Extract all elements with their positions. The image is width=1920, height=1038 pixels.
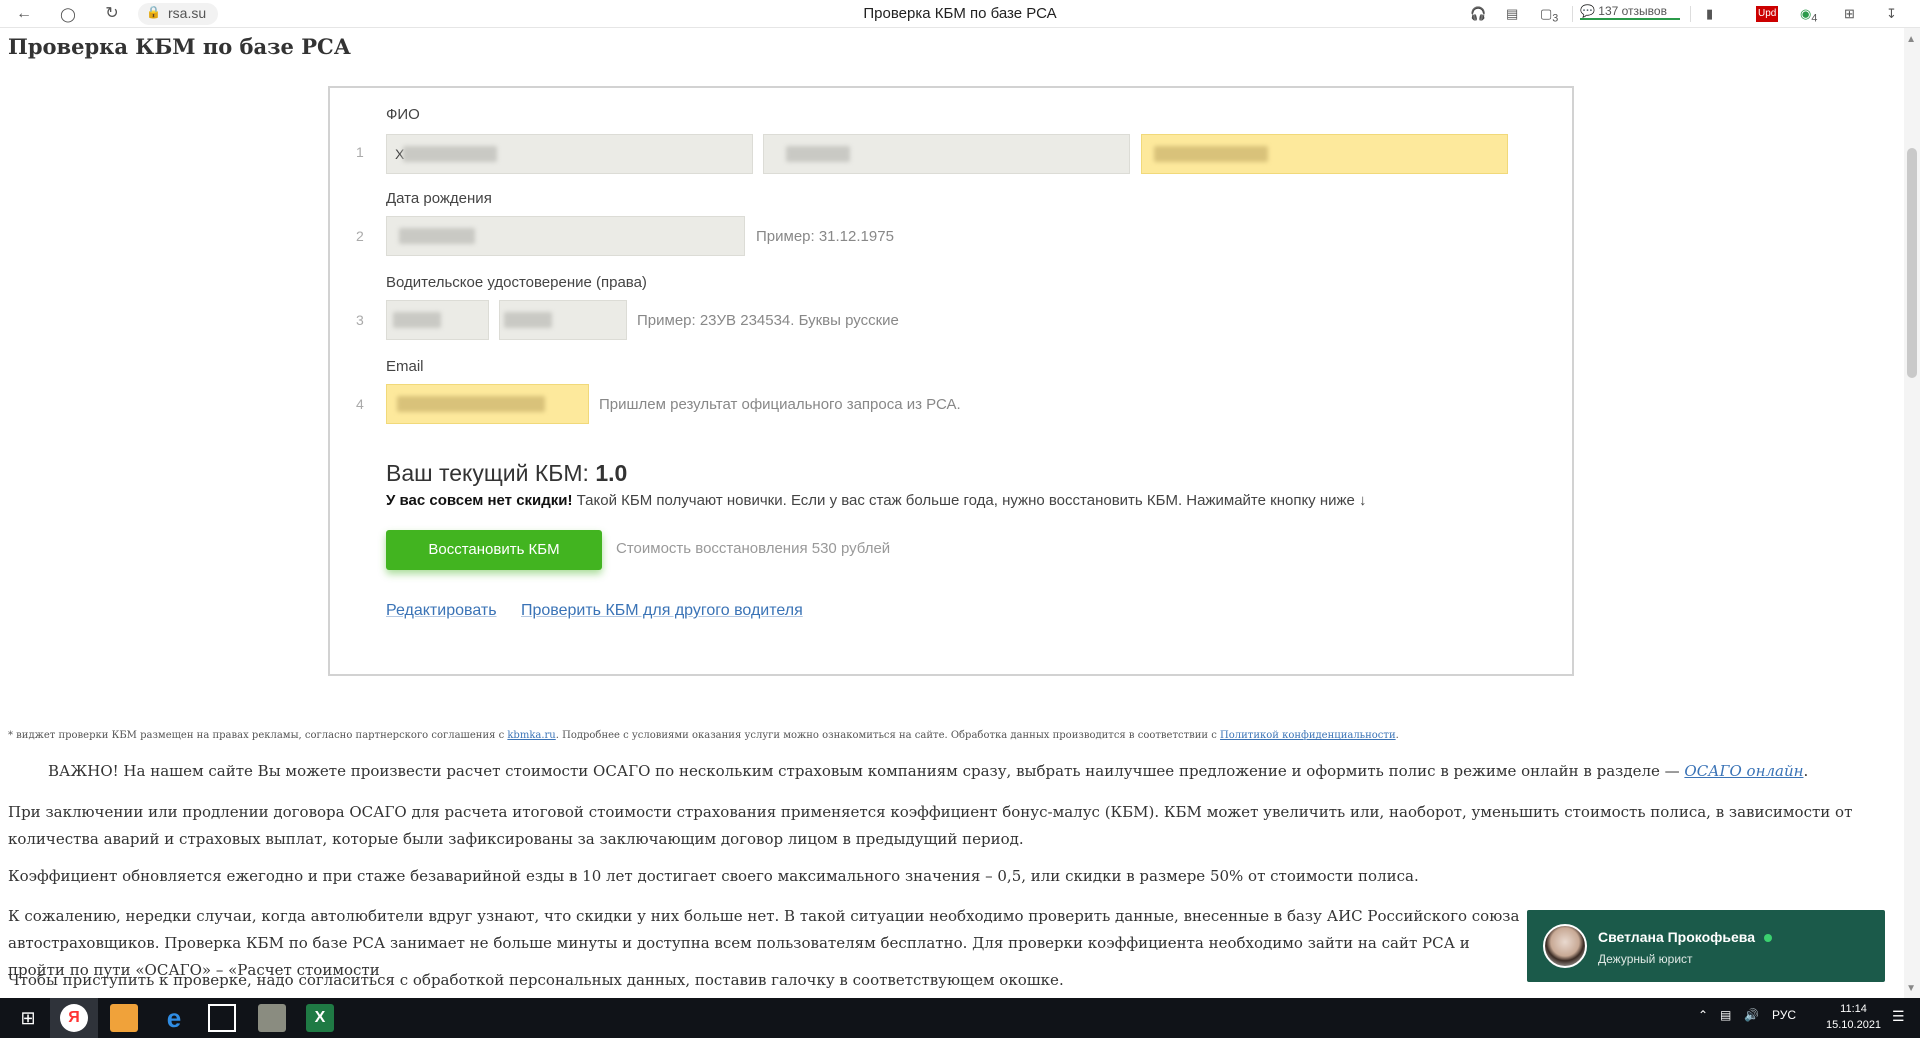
widget-footnote: * виджет проверки КБМ размещен на правах… bbox=[8, 730, 1399, 741]
redacted-text bbox=[786, 146, 850, 162]
mail-app-icon[interactable] bbox=[110, 1004, 138, 1032]
chat-agent-role: Дежурный юрист bbox=[1598, 952, 1693, 966]
email-hint: Пришлем результат официального запроса и… bbox=[599, 396, 961, 413]
row-number: 2 bbox=[356, 228, 364, 244]
important-end: . bbox=[1803, 762, 1809, 780]
restore-kbm-button[interactable]: Восстановить КБМ bbox=[386, 530, 602, 570]
last-name-input[interactable]: Х bbox=[386, 134, 753, 174]
privacy-policy-link[interactable]: Политикой конфиденциальности bbox=[1220, 730, 1396, 741]
chat-agent-name: Светлана Прокофьева bbox=[1598, 929, 1756, 945]
yandex-icon[interactable]: ◯ bbox=[58, 4, 78, 24]
toolbar-divider bbox=[1572, 6, 1573, 22]
patronymic-input[interactable] bbox=[1141, 134, 1508, 174]
reader-icon[interactable]: ▤ bbox=[1506, 4, 1518, 24]
license-number-input[interactable] bbox=[499, 300, 627, 340]
license-label: Водительское удостоверение (права) bbox=[386, 274, 647, 291]
yandex-browser-icon[interactable]: Я bbox=[60, 1004, 88, 1032]
volume-icon[interactable]: 🔊 bbox=[1744, 1008, 1759, 1022]
kbm-value: 1.0 bbox=[595, 460, 628, 486]
article-paragraph: При заключении или продлении договора ОС… bbox=[8, 803, 1853, 848]
shield-extension-icon[interactable]: ◉4 bbox=[1800, 4, 1817, 25]
reviews-rating-bar bbox=[1580, 18, 1680, 20]
windows-start-icon[interactable]: ⊞ bbox=[14, 1004, 42, 1032]
bookmark-icon[interactable]: ▮ bbox=[1706, 4, 1713, 24]
notifications-icon[interactable]: ☰ bbox=[1892, 1008, 1905, 1025]
scroll-thumb[interactable] bbox=[1907, 148, 1917, 378]
edit-link[interactable]: Редактировать bbox=[386, 602, 497, 620]
scroll-up-icon[interactable]: ▲ bbox=[1906, 34, 1916, 45]
kbmka-link[interactable]: kbmka.ru bbox=[507, 730, 555, 741]
photos-app-icon[interactable] bbox=[208, 1004, 236, 1032]
reload-icon[interactable]: ↻ bbox=[102, 4, 122, 24]
chat-widget[interactable]: Светлана Прокофьева Дежурный юрист bbox=[1527, 910, 1885, 982]
tray-chevron-icon[interactable]: ⌃ bbox=[1698, 1008, 1708, 1022]
row-number: 1 bbox=[356, 144, 364, 160]
language-indicator[interactable]: РУС bbox=[1772, 1008, 1796, 1022]
birth-date-input[interactable] bbox=[386, 216, 745, 256]
important-text: ВАЖНО! На нашем сайте Вы можете произвес… bbox=[48, 762, 1685, 780]
toolbar-divider bbox=[1690, 6, 1691, 22]
lock-icon[interactable]: 🔒 bbox=[146, 5, 161, 19]
kbm-label: Ваш текущий КБМ: bbox=[386, 460, 589, 486]
footnote-text: . bbox=[1395, 730, 1399, 741]
address-text[interactable]: rsa.su bbox=[168, 5, 206, 21]
edge-browser-icon[interactable]: e bbox=[160, 1004, 188, 1032]
downloads-icon[interactable]: ⊞ bbox=[1844, 4, 1855, 24]
no-discount-message: У вас совсем нет скидки! Такой КБМ получ… bbox=[386, 492, 1367, 509]
footnote-text: * виджет проверки КБМ размещен на правах… bbox=[8, 730, 508, 741]
important-paragraph: ВАЖНО! На нашем сайте Вы можете произвес… bbox=[8, 758, 1898, 785]
clock-time: 11:14 bbox=[1840, 1003, 1867, 1015]
email-label: Email bbox=[386, 358, 424, 375]
license-hint: Пример: 23УВ 234534. Буквы русские bbox=[637, 312, 899, 329]
scroll-down-icon[interactable]: ▼ bbox=[1906, 983, 1916, 994]
download-arrow-icon[interactable]: ↧ bbox=[1886, 4, 1897, 24]
page-title: Проверка КБМ по базе РСА bbox=[8, 34, 351, 59]
kbm-widget: ФИО 1 Х Дата рождения 2 Пример: 31.12.19… bbox=[328, 86, 1574, 676]
row-number: 4 bbox=[356, 396, 364, 412]
online-status-icon bbox=[1764, 934, 1772, 942]
avatar bbox=[1543, 924, 1587, 968]
restore-cost: Стоимость восстановления 530 рублей bbox=[616, 540, 891, 557]
back-arrow-icon[interactable]: ← bbox=[14, 4, 34, 24]
system-clock[interactable]: 11:14 15.10.2021 bbox=[1826, 1001, 1881, 1033]
no-discount-text: Такой КБМ получают новички. Если у вас с… bbox=[572, 492, 1367, 509]
email-input[interactable] bbox=[386, 384, 589, 424]
license-series-input[interactable] bbox=[386, 300, 489, 340]
article-paragraph: Коэффициент обновляется ежегодно и при с… bbox=[8, 867, 1419, 885]
redacted-text bbox=[1154, 146, 1268, 162]
network-icon[interactable]: ▤ bbox=[1720, 1008, 1731, 1022]
no-discount-bold: У вас совсем нет скидки! bbox=[386, 492, 573, 509]
redacted-text bbox=[399, 228, 475, 244]
kbm-result: Ваш текущий КБМ: 1.0 bbox=[386, 460, 627, 487]
redacted-text bbox=[393, 312, 441, 328]
row-number: 3 bbox=[356, 312, 364, 328]
excel-icon[interactable]: X bbox=[306, 1004, 334, 1032]
extension-icon[interactable]: ▢3 bbox=[1540, 4, 1558, 25]
birth-date-label: Дата рождения bbox=[386, 190, 492, 207]
headphones-icon[interactable]: 🎧 bbox=[1470, 4, 1486, 24]
windows-taskbar: ⊞ Я e X ⌃ ▤ 🔊 РУС 11:14 15.10.2021 ☰ bbox=[0, 998, 1920, 1038]
first-name-input[interactable] bbox=[763, 134, 1130, 174]
redacted-text bbox=[504, 312, 552, 328]
upd-extension-icon[interactable]: Upd bbox=[1756, 6, 1779, 22]
check-other-driver-link[interactable]: Проверить КБМ для другого водителя bbox=[521, 602, 803, 620]
birth-date-hint: Пример: 31.12.1975 bbox=[756, 228, 894, 245]
archive-app-icon[interactable] bbox=[258, 1004, 286, 1032]
redacted-text bbox=[403, 146, 497, 162]
osago-online-link[interactable]: ОСАГО онлайн bbox=[1684, 762, 1803, 780]
redacted-text bbox=[397, 396, 545, 412]
clock-date: 15.10.2021 bbox=[1826, 1019, 1882, 1031]
browser-toolbar: ← ◯ ↻ 🔒 rsa.su Проверка КБМ по базе РСА … bbox=[0, 0, 1920, 28]
fio-label: ФИО bbox=[386, 106, 420, 123]
footnote-text: . Подробнее с условиями оказания услуги … bbox=[555, 730, 1221, 741]
